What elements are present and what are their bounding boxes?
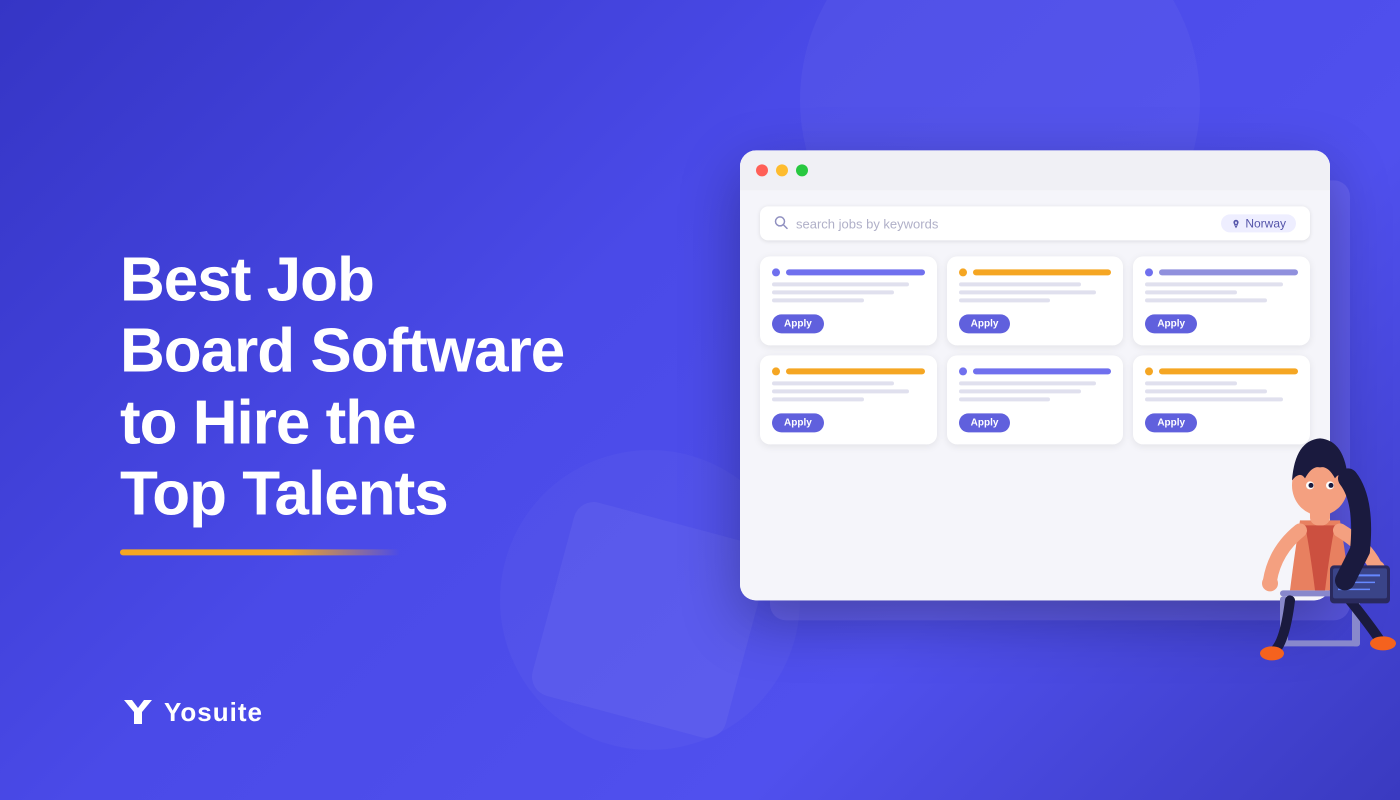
headline-line3: to Hire the (120, 388, 416, 457)
job-card-1-header (772, 268, 925, 276)
job-card-5-header (959, 367, 1112, 375)
search-placeholder: search jobs by keywords (796, 216, 1221, 231)
job-line-4a (772, 381, 894, 385)
job-card-2-header (959, 268, 1112, 276)
job-line-1a (772, 282, 909, 286)
job-title-bar-4 (786, 368, 925, 374)
apply-button-5[interactable]: Apply (959, 413, 1011, 432)
job-line-5a (959, 381, 1096, 385)
headline-line2: Board Software (120, 317, 564, 386)
job-card-3: Apply (1133, 256, 1310, 345)
left-content: Best Job Board Software to Hire the Top … (120, 244, 620, 555)
job-title-bar-5 (973, 368, 1112, 374)
logo-text: Yosuite (164, 697, 263, 728)
job-card-3-header (1145, 268, 1298, 276)
apply-button-1[interactable]: Apply (772, 314, 824, 333)
job-card-4-header (772, 367, 925, 375)
location-icon (1231, 218, 1241, 228)
browser-titlebar (740, 150, 1330, 190)
job-title-bar-3 (1159, 269, 1298, 275)
character-illustration (1220, 370, 1400, 670)
job-dot-1 (772, 268, 780, 276)
dot-green (796, 164, 808, 176)
job-title-bar-2 (973, 269, 1112, 275)
apply-button-6[interactable]: Apply (1145, 413, 1197, 432)
job-line-4b (772, 389, 909, 393)
search-bar[interactable]: search jobs by keywords Norway (760, 206, 1310, 240)
job-dot-2 (959, 268, 967, 276)
headline-underline (120, 550, 400, 556)
location-badge[interactable]: Norway (1221, 214, 1296, 232)
dot-red (756, 164, 768, 176)
job-line-5b (959, 389, 1081, 393)
dot-yellow (776, 164, 788, 176)
job-line-4c (772, 397, 864, 401)
job-line-3c (1145, 298, 1267, 302)
job-line-3b (1145, 290, 1237, 294)
job-dot-5 (959, 367, 967, 375)
job-card-5: Apply (947, 355, 1124, 444)
job-dot-4 (772, 367, 780, 375)
job-dot-6 (1145, 367, 1153, 375)
job-dot-3 (1145, 268, 1153, 276)
logo-icon (120, 694, 156, 730)
job-line-1b (772, 290, 894, 294)
search-icon (774, 215, 788, 232)
job-card-1: Apply (760, 256, 937, 345)
job-line-2b (959, 290, 1096, 294)
character-svg (1220, 370, 1400, 670)
logo: Yosuite (120, 694, 263, 730)
headline: Best Job Board Software to Hire the Top … (120, 244, 620, 529)
job-line-5c (959, 397, 1051, 401)
browser-container: search jobs by keywords Norway (740, 150, 1400, 670)
job-card-2: Apply (947, 256, 1124, 345)
apply-button-2[interactable]: Apply (959, 314, 1011, 333)
job-line-2a (959, 282, 1081, 286)
job-line-3a (1145, 282, 1282, 286)
headline-line4: Top Talents (120, 459, 448, 528)
job-line-2c (959, 298, 1051, 302)
location-text: Norway (1245, 216, 1286, 230)
job-card-4: Apply (760, 355, 937, 444)
headline-line1: Best Job (120, 245, 374, 314)
job-line-1c (772, 298, 864, 302)
apply-button-4[interactable]: Apply (772, 413, 824, 432)
apply-button-3[interactable]: Apply (1145, 314, 1197, 333)
job-title-bar-1 (786, 269, 925, 275)
